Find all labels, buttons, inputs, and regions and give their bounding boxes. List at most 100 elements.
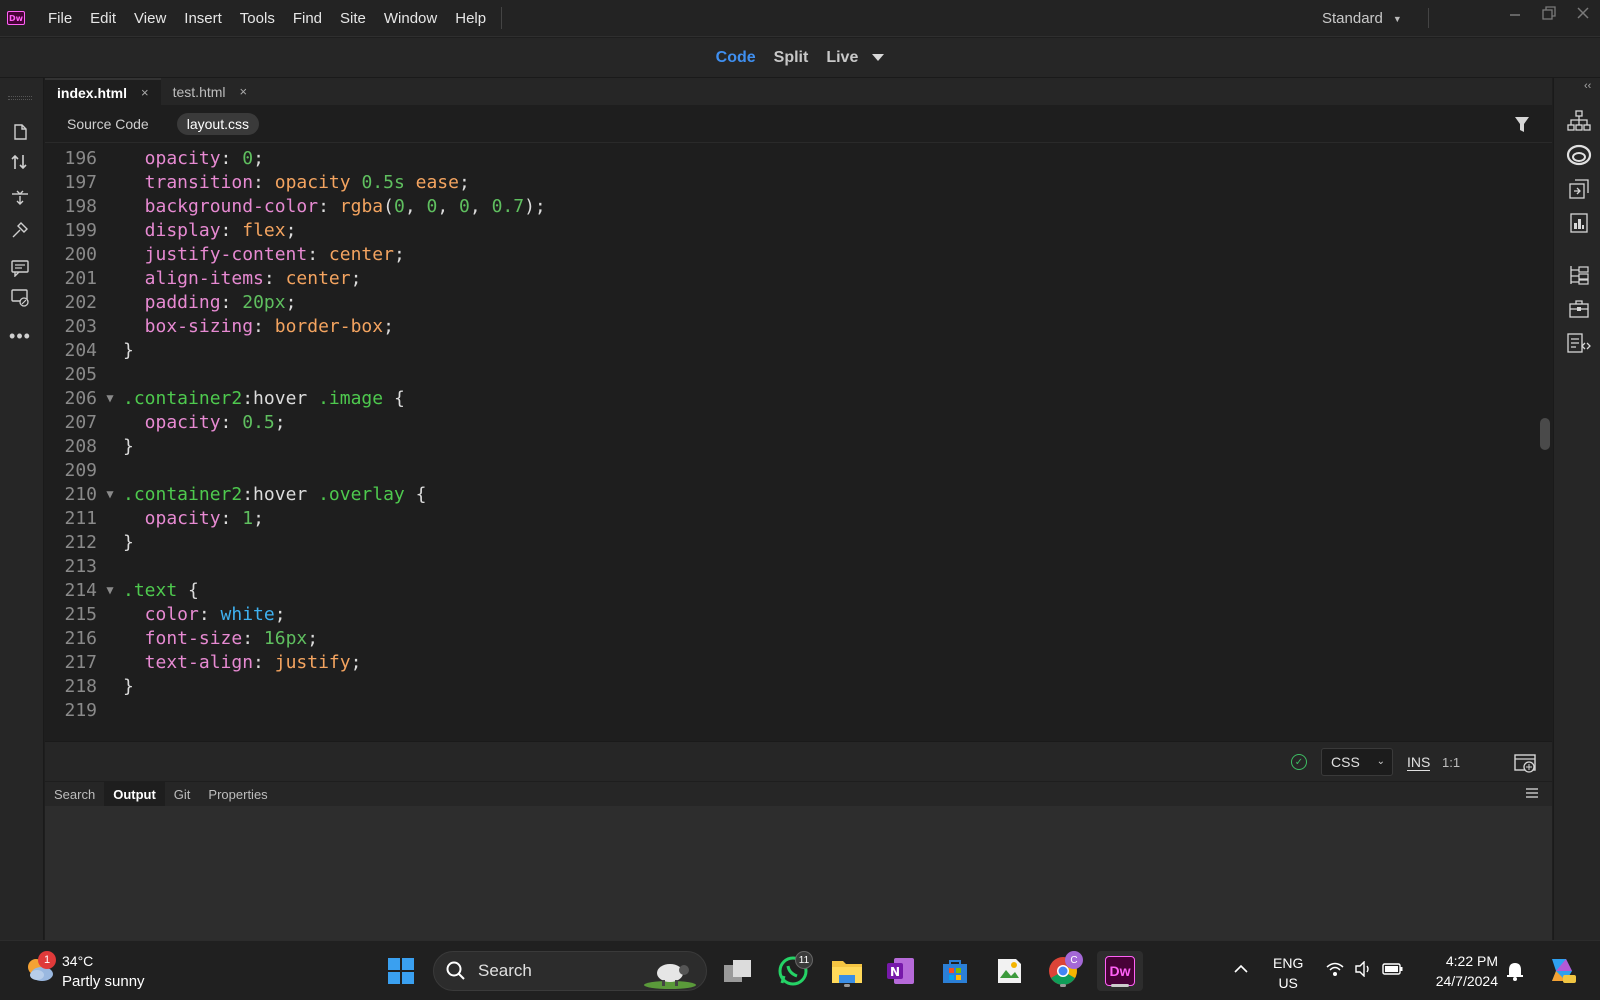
menu-window[interactable]: Window [375,0,446,37]
format-source-icon[interactable] [8,218,32,242]
real-time-preview-icon[interactable] [1513,752,1539,774]
tab-test-html[interactable]: test.html × [161,78,260,105]
code-line[interactable]: 197 transition: opacity 0.5s ease; [45,170,469,194]
close-tab-icon[interactable]: × [240,84,248,99]
menu-help[interactable]: Help [446,0,495,37]
fold-toggle-icon[interactable]: ▼ [97,391,123,405]
notifications-bell-icon[interactable] [1506,961,1524,981]
code-line[interactable]: 213 [45,554,123,578]
editor-scrollbar-thumb[interactable] [1540,418,1550,450]
workspace-switcher[interactable]: Standard ▼ [1322,0,1402,37]
code-line[interactable]: 210 ▼ .container2:hover .overlay { [45,482,426,506]
dom-panel-icon[interactable] [1566,108,1592,134]
code-line[interactable]: 201 align-items: center; [45,266,361,290]
code-line[interactable]: 203 box-sizing: border-box; [45,314,393,338]
collapse-panels-icon[interactable]: ‹‹ [1584,80,1591,92]
fold-toggle-icon[interactable]: ▼ [97,487,123,501]
menu-tools[interactable]: Tools [231,0,284,37]
task-view-button[interactable] [718,951,758,991]
line-number: 212 [64,531,97,553]
system-clock[interactable]: 4:22 PM 24/7/2024 [1418,951,1498,991]
code-view-button[interactable]: Code [716,49,756,67]
system-tray[interactable] [1326,961,1404,977]
menu-find[interactable]: Find [284,0,331,37]
snippets-icon[interactable] [1566,262,1592,288]
code-line[interactable]: 208} [45,434,133,458]
menu-view[interactable]: View [125,0,175,37]
panel-menu-icon[interactable] [1526,788,1538,798]
code-line[interactable]: 202 padding: 20px; [45,290,296,314]
close-window-button[interactable] [1566,0,1600,26]
menu-insert[interactable]: Insert [175,0,231,37]
code-line[interactable]: 209 [45,458,123,482]
tab-output[interactable]: Output [104,782,165,806]
line-number: 200 [64,243,97,265]
code-line[interactable]: 211 opacity: 1; [45,506,263,530]
document-type-select[interactable]: CSS ⌄ [1321,748,1393,776]
chrome-button[interactable]: C [1043,951,1083,991]
weather-temperature[interactable]: 34°C [62,953,93,969]
tab-properties[interactable]: Properties [199,782,276,806]
dreamweaver-button[interactable]: Dw [1097,951,1143,991]
onenote-button[interactable]: N [881,951,921,991]
insert-mode-toggle[interactable]: INS [1407,755,1431,771]
assets-panel-icon[interactable] [1566,296,1592,322]
code-line[interactable]: 204} [45,338,133,362]
tab-git[interactable]: Git [165,782,200,806]
code-editor[interactable]: 196 opacity: 0; 197 transition: opacity 0… [45,143,1552,741]
code-line[interactable]: 196 opacity: 0; [45,146,263,170]
weather-description[interactable]: Partly sunny [62,973,145,990]
css-designer-icon[interactable] [1566,210,1592,236]
menu-edit[interactable]: Edit [81,0,125,37]
remove-comment-icon[interactable] [8,286,32,310]
image-editor-button[interactable] [989,951,1029,991]
code-line[interactable]: 212} [45,530,133,554]
input-language[interactable]: ENG US [1273,953,1303,993]
taskbar-search[interactable]: Search [433,951,707,991]
code-line[interactable]: 206 ▼ .container2:hover .image { [45,386,405,410]
live-view-button[interactable]: Live [826,49,858,67]
menu-site[interactable]: Site [331,0,375,37]
tab-search[interactable]: Search [45,782,104,806]
creative-cloud-icon[interactable] [1566,142,1592,168]
code-line[interactable]: 218} [45,674,133,698]
code-inspector-icon[interactable] [1566,330,1592,356]
code-line[interactable]: 215 color: white; [45,602,285,626]
code-token: : [253,651,275,673]
related-layout-css[interactable]: layout.css [176,112,259,135]
tab-index-html[interactable]: index.html × [45,78,161,105]
menu-file[interactable]: File [39,0,81,37]
comment-icon[interactable] [8,256,32,280]
code-line[interactable]: 198 background-color: rgba(0, 0, 0, 0.7)… [45,194,545,218]
start-button[interactable] [381,951,421,991]
insert-panel-icon[interactable] [1566,176,1592,202]
open-documents-icon[interactable] [8,120,32,144]
whatsapp-button[interactable]: 11 [773,951,813,991]
microsoft-store-button[interactable] [935,951,975,991]
expand-collapse-icon[interactable] [8,186,32,210]
filter-icon[interactable] [1514,116,1530,133]
file-management-icon[interactable] [8,150,32,174]
code-line[interactable]: 219 [45,698,123,722]
code-text: .container2:hover .image { [123,388,405,409]
file-explorer-button[interactable] [827,951,867,991]
code-line[interactable]: 217 text-align: justify; [45,650,361,674]
code-line[interactable]: 216 font-size: 16px; [45,626,318,650]
copilot-icon[interactable] [1546,955,1576,985]
code-line[interactable]: 207 opacity: 0.5; [45,410,285,434]
code-line[interactable]: 199 display: flex; [45,218,296,242]
close-tab-icon[interactable]: × [141,85,149,100]
toolbar-grip[interactable] [8,96,32,100]
code-line[interactable]: 205 [45,362,123,386]
code-line[interactable]: 214 ▼ .text { [45,578,198,602]
restore-button[interactable] [1532,0,1566,26]
split-view-button[interactable]: Split [774,49,809,67]
fold-toggle-icon[interactable]: ▼ [97,583,123,597]
no-errors-check-icon[interactable]: ✓ [1291,754,1307,770]
show-hidden-icons-icon[interactable] [1234,961,1248,977]
related-source-code[interactable]: Source Code [57,113,159,135]
view-dropdown-caret-icon[interactable] [872,54,885,61]
code-line[interactable]: 200 justify-content: center; [45,242,404,266]
minimize-button[interactable] [1498,0,1532,26]
more-tools-icon[interactable]: ••• [8,324,32,348]
